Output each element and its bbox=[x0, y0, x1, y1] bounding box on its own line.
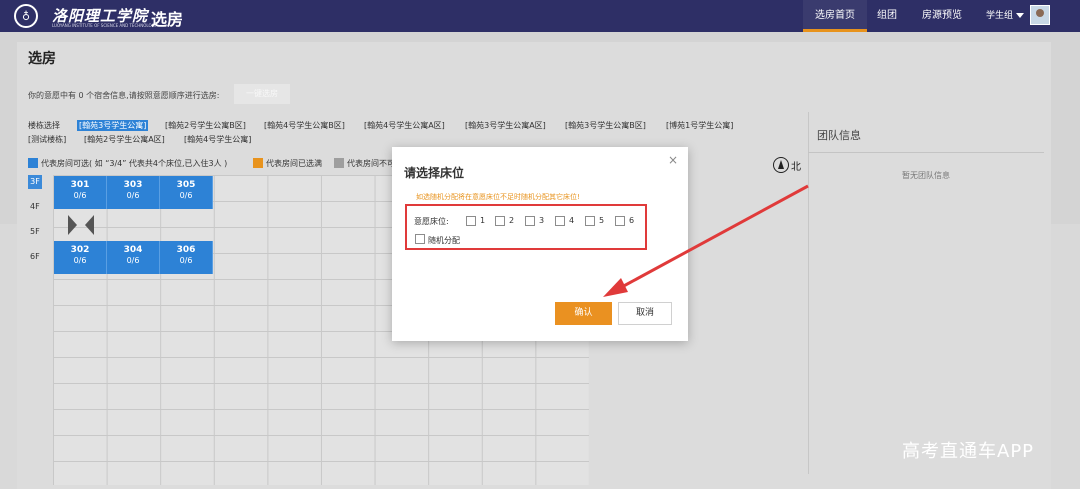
watermark: 高考直通车APP bbox=[902, 441, 1035, 462]
arrow-head bbox=[603, 278, 628, 297]
arrow-shaft bbox=[619, 184, 809, 290]
annotation-arrow bbox=[603, 184, 809, 297]
